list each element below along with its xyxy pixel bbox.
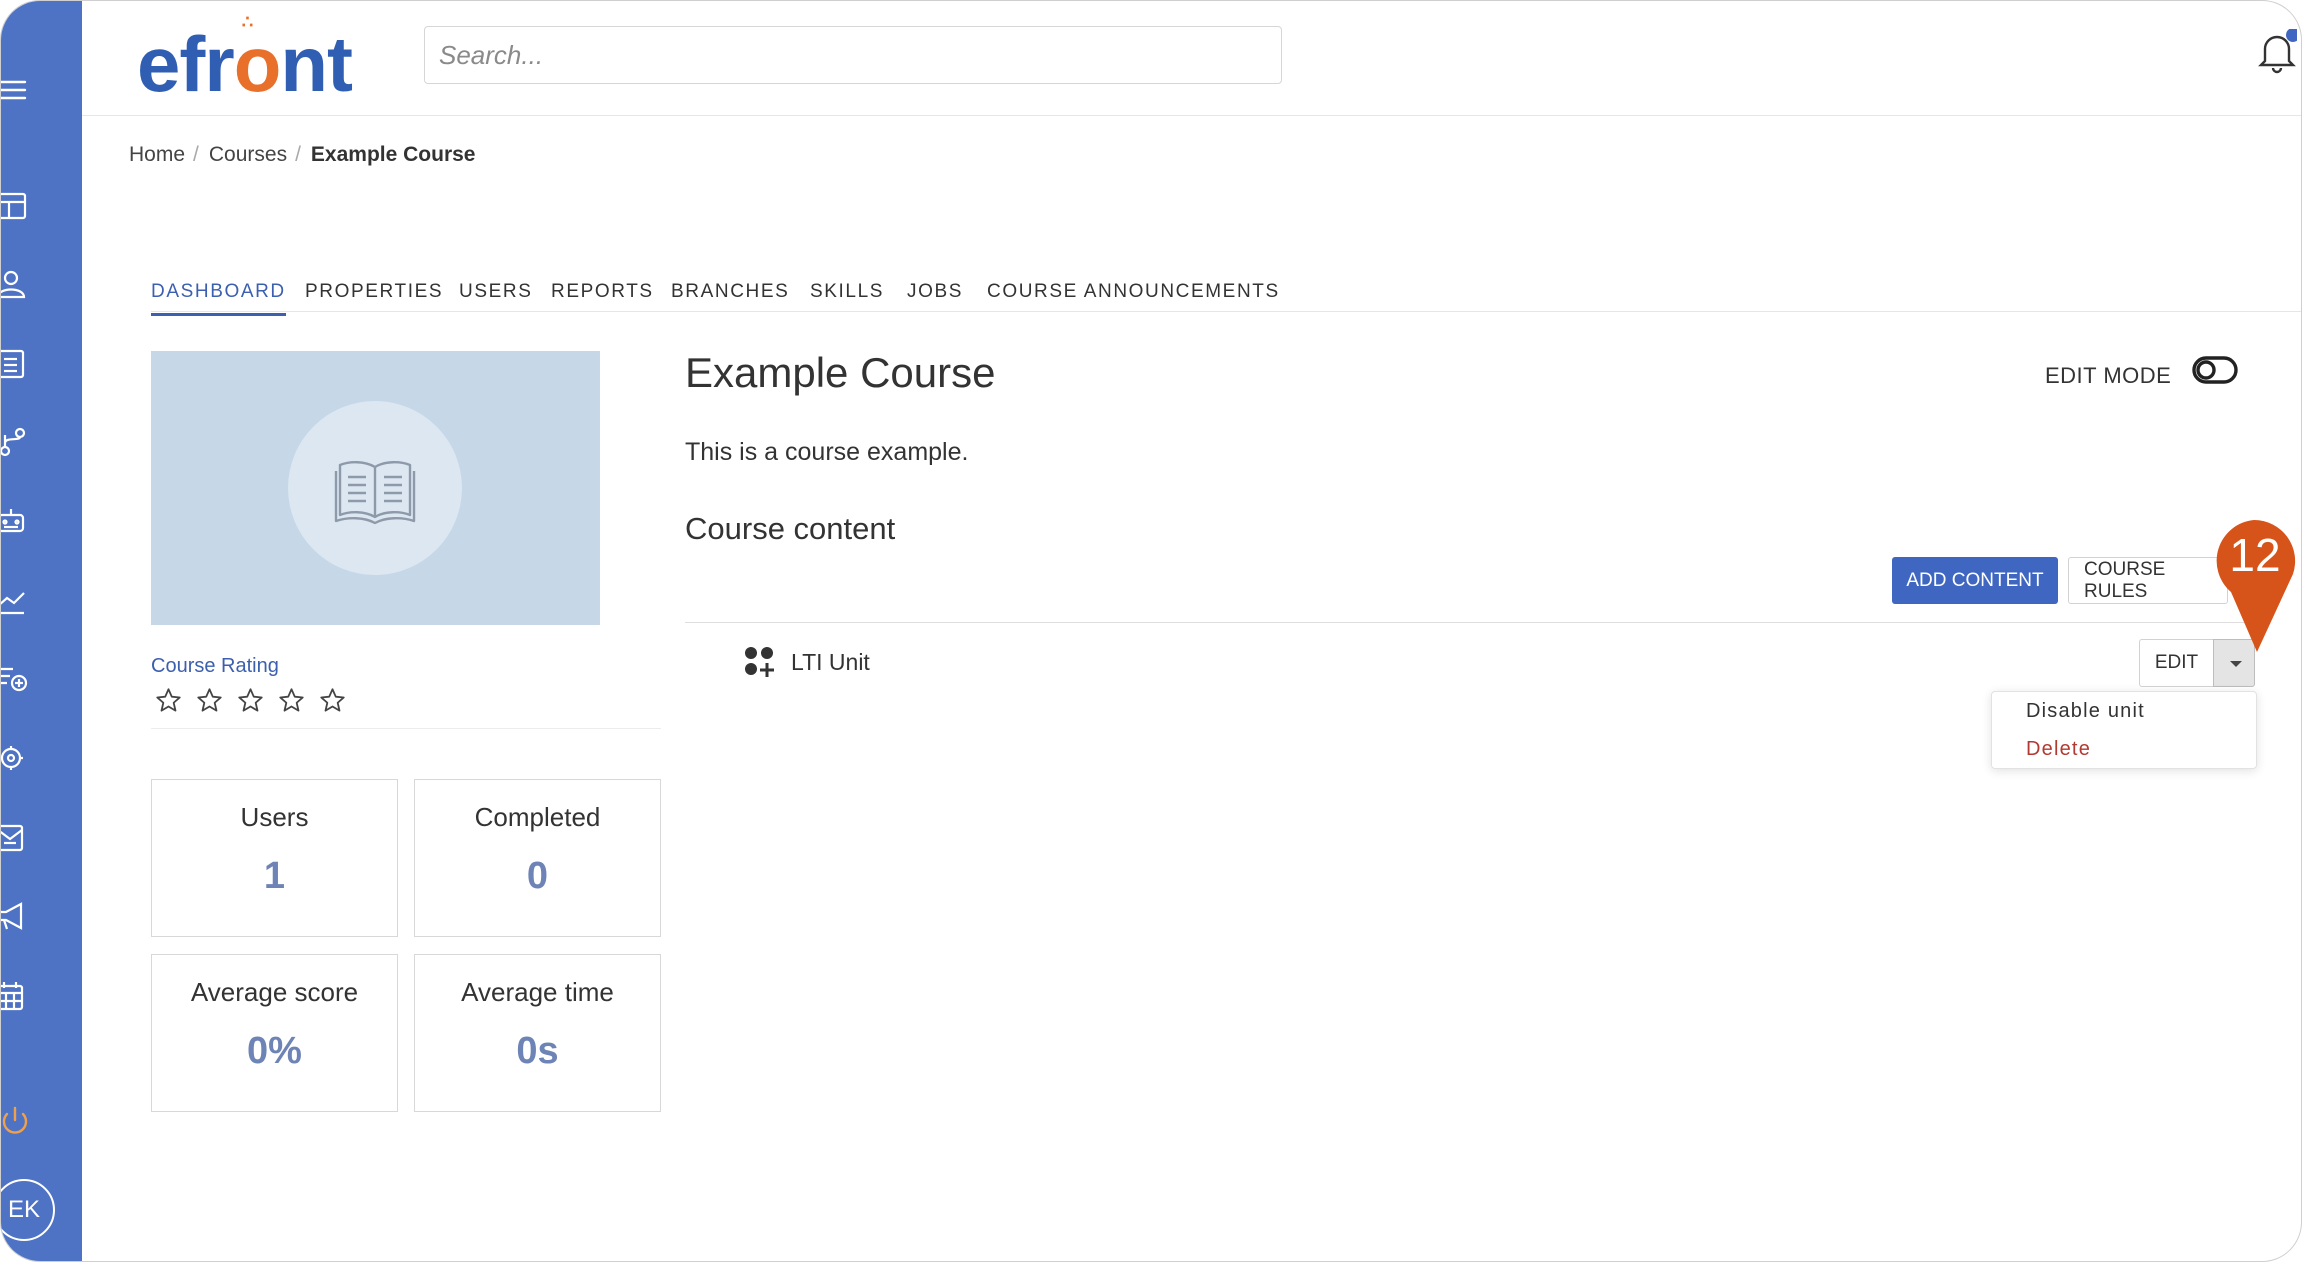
divider: [151, 728, 661, 729]
course-title: Example Course: [685, 349, 996, 396]
rating-stars: [155, 687, 346, 714]
top-header: efr ∴ ont: [82, 1, 2301, 116]
search-input[interactable]: [424, 26, 1282, 84]
stat-value: 0%: [247, 1030, 302, 1072]
tab-skills[interactable]: SKILLS: [810, 281, 884, 303]
delete-unit-menu-item[interactable]: Delete: [2026, 738, 2091, 761]
stat-label: Users: [240, 802, 309, 832]
sidebar: EK: [1, 1, 82, 1261]
star-icon[interactable]: [155, 687, 182, 714]
messages-icon[interactable]: [1, 823, 31, 853]
announcements-icon[interactable]: [1, 901, 31, 931]
branches-icon[interactable]: [1, 427, 31, 457]
star-icon[interactable]: [237, 687, 264, 714]
stat-label: Completed: [474, 802, 601, 832]
star-icon[interactable]: [319, 687, 346, 714]
avatar[interactable]: EK: [1, 1179, 55, 1241]
courses-icon[interactable]: [1, 349, 31, 379]
course-rating-label: Course Rating: [151, 655, 279, 677]
stat-card-average-score: Average score 0%: [151, 954, 398, 1112]
tab-reports[interactable]: REPORTS: [551, 281, 654, 303]
course-cover-image: [151, 351, 600, 625]
settings-icon[interactable]: [1, 743, 31, 773]
app-window: EK efr∴ont Home / Courses / Example Course D…: [0, 0, 2302, 1262]
book-icon: [288, 401, 462, 575]
tab-jobs[interactable]: JOBS: [907, 281, 963, 303]
add-content-button[interactable]: ADD CONTENT: [1892, 557, 2058, 604]
tab-properties[interactable]: PROPERTIES: [305, 281, 443, 303]
unit-options-menu: Disable unit Delete: [1991, 691, 2257, 769]
breadcrumb-courses[interactable]: Courses: [209, 143, 287, 166]
course-rules-button[interactable]: COURSE RULES: [2068, 557, 2228, 604]
notifications-bell-icon[interactable]: [2257, 28, 2300, 75]
power-icon[interactable]: [1, 1106, 31, 1136]
unit-edit-button[interactable]: EDIT: [2139, 639, 2214, 687]
calendar-icon[interactable]: [1, 981, 31, 1011]
tab-dashboard[interactable]: DASHBOARD: [151, 281, 286, 316]
breadcrumb-separator: /: [295, 143, 301, 166]
stat-card-completed: Completed 0: [414, 779, 661, 937]
divider: [685, 622, 2265, 623]
reports-icon[interactable]: [1, 586, 31, 616]
lti-unit-icon: [743, 645, 777, 679]
stat-card-users: Users 1: [151, 779, 398, 937]
unit-title[interactable]: LTI Unit: [791, 649, 870, 676]
automation-icon[interactable]: [1, 506, 31, 536]
logo-dots-icon: ∴: [241, 12, 256, 32]
stat-value: 0s: [516, 1030, 559, 1072]
star-icon[interactable]: [278, 687, 305, 714]
course-description: This is a course example.: [685, 438, 969, 466]
course-content-heading: Course content: [685, 511, 896, 546]
user-icon[interactable]: [1, 269, 31, 299]
edit-mode-label: EDIT MODE: [2045, 363, 2172, 388]
stat-value: 0: [526, 855, 549, 897]
stat-label: Average score: [190, 977, 359, 1007]
tab-branches[interactable]: BRANCHES: [671, 281, 789, 303]
breadcrumb-separator: /: [193, 143, 199, 166]
add-course-icon[interactable]: [1, 663, 31, 693]
tab-users[interactable]: USERS: [459, 281, 532, 303]
stat-label: Average time: [461, 977, 614, 1007]
breadcrumb-current: Example Course: [310, 143, 476, 166]
stat-card-average-time: Average time 0s: [414, 954, 661, 1112]
star-icon[interactable]: [196, 687, 223, 714]
disable-unit-menu-item[interactable]: Disable unit: [2026, 700, 2145, 723]
tab-course-announcements[interactable]: COURSE ANNOUNCEMENTS: [987, 281, 1280, 303]
course-tabs: DASHBOARD PROPERTIES USERS REPORTS BRANC…: [151, 281, 2301, 316]
step-callout-number: 12: [2229, 529, 2281, 581]
breadcrumb-home[interactable]: Home: [129, 143, 185, 166]
edit-mode-toggle[interactable]: [2191, 353, 2239, 385]
menu-icon[interactable]: [1, 75, 31, 105]
efront-logo[interactable]: efr ∴ ont: [137, 12, 353, 110]
breadcrumb: Home / Courses / Example Course: [129, 143, 476, 167]
stat-value: 1: [263, 855, 286, 897]
dashboard-icon[interactable]: [1, 191, 31, 221]
